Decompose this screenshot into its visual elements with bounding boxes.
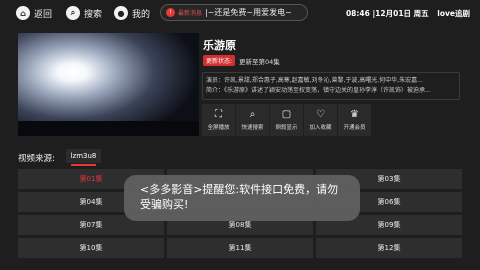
user-icon: ● xyxy=(114,6,128,20)
synopsis-text: 简介：《乐游原》讲述了颖安动荡至权变荡，镇守边关的皇孙李淳（许凯饰）被迫承... xyxy=(206,87,431,94)
reverse-order-button[interactable]: ▢ 倒叙显示 xyxy=(270,104,303,136)
news-tag: 最新消息 xyxy=(178,10,203,17)
back-button[interactable]: ⌂ 返回 xyxy=(16,4,52,22)
update-status: 更新状态: 更新至第04集 xyxy=(203,55,280,66)
reverse-order-label: 倒叙显示 xyxy=(275,124,298,131)
top-bar: ⌂ 返回 ⌕ 搜索 ● 我的 ! 最新消息 |~还是免费~用爱发电~ 08:46… xyxy=(0,0,480,26)
episode-11[interactable]: 第11集 xyxy=(167,238,313,258)
mine-label: 我的 xyxy=(132,9,151,20)
search-icon: ⌕ xyxy=(66,6,80,20)
favorite-icon: ♡ xyxy=(316,108,325,120)
update-status-label: 更新状态: xyxy=(203,55,236,66)
vip-button[interactable]: ♛ 开通会员 xyxy=(338,104,371,136)
quick-search-button[interactable]: ⌕ 快速搜索 xyxy=(236,104,269,136)
info-box: 演员：许凯,景甜,郑合惠子,高寒,赵嘉敏,刘冬沁,曾黎,于波,高曙光,何中华,朱… xyxy=(202,72,460,100)
fullscreen-button[interactable]: ⛶ 全屏播放 xyxy=(202,104,235,136)
search-label: 搜索 xyxy=(84,9,103,20)
action-bar: ⛶ 全屏播放 ⌕ 快速搜索 ▢ 倒叙显示 ♡ 加入收藏 ♛ 开通会员 xyxy=(202,104,371,136)
favorite-label: 加入收藏 xyxy=(309,124,332,131)
mine-button[interactable]: ● 我的 xyxy=(114,4,150,22)
quick-search-label: 快速搜索 xyxy=(241,124,264,131)
drama-title: 乐游原 xyxy=(203,39,236,52)
status-bar: 08:46 |12月01日 周五 love追剧 xyxy=(346,8,470,19)
source-label: 视频来源: xyxy=(18,154,55,164)
app-name: love追剧 xyxy=(437,9,470,18)
fullscreen-label: 全屏播放 xyxy=(207,124,230,131)
clock-time: 08:46 xyxy=(345,9,370,18)
display-icon: ▢ xyxy=(281,108,292,120)
anti-fraud-toast: <多多影音>提醒您:软件接口免费，请勿受骗购买! xyxy=(124,175,360,221)
video-frame xyxy=(18,33,199,136)
news-icon: ! xyxy=(166,8,175,17)
vip-icon: ♛ xyxy=(350,108,359,120)
news-ticker[interactable]: ! 最新消息 |~还是免费~用爱发电~ xyxy=(160,4,308,21)
source-tab-lzm3u8[interactable]: lzm3u8 xyxy=(66,149,101,163)
back-label: 返回 xyxy=(34,9,53,20)
fullscreen-icon: ⛶ xyxy=(215,108,222,120)
update-status-value: 更新至第04集 xyxy=(239,57,280,66)
episode-10[interactable]: 第10集 xyxy=(18,238,164,258)
video-player[interactable] xyxy=(18,33,199,136)
search-icon: ⌕ xyxy=(249,108,256,120)
vip-label: 开通会员 xyxy=(343,124,366,131)
news-text: |~还是免费~用爱发电~ xyxy=(205,8,292,17)
source-selected-indicator xyxy=(71,164,96,166)
cast-text: 演员：许凯,景甜,郑合惠子,高寒,赵嘉敏,刘冬沁,曾黎,于波,高曙光,何中华,朱… xyxy=(206,77,423,84)
favorite-button[interactable]: ♡ 加入收藏 xyxy=(304,104,337,136)
home-icon: ⌂ xyxy=(16,6,30,20)
search-button[interactable]: ⌕ 搜索 xyxy=(66,4,102,22)
clock-date: |12月01日 周五 xyxy=(372,9,429,18)
episode-12[interactable]: 第12集 xyxy=(316,238,462,258)
